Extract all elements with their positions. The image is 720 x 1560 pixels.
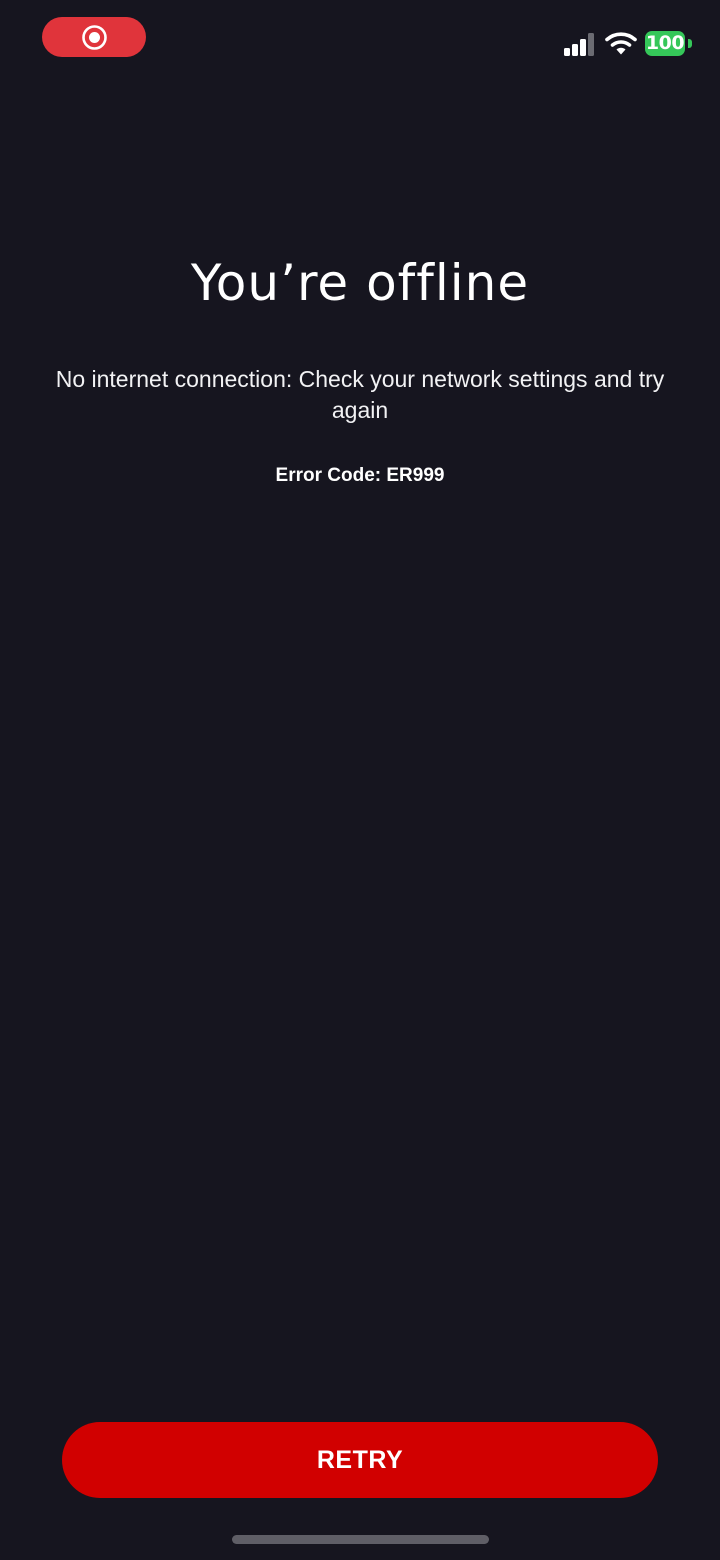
- error-code: Error Code: ER999: [275, 465, 445, 486]
- battery-indicator: 100: [645, 31, 685, 56]
- cellular-signal-icon: [564, 33, 594, 56]
- record-icon: [81, 24, 107, 50]
- page-title: You’re offline: [190, 254, 530, 312]
- offline-message: No internet connection: Check your netwo…: [55, 366, 665, 423]
- wifi-icon: [605, 32, 637, 55]
- retry-button[interactable]: RETRY: [62, 1422, 658, 1498]
- battery-cap-icon: [688, 39, 692, 48]
- battery-level: 100: [645, 32, 685, 54]
- retry-button-label: RETRY: [316, 1445, 404, 1474]
- screen-recording-indicator[interactable]: [42, 17, 146, 57]
- home-indicator[interactable]: [232, 1535, 489, 1544]
